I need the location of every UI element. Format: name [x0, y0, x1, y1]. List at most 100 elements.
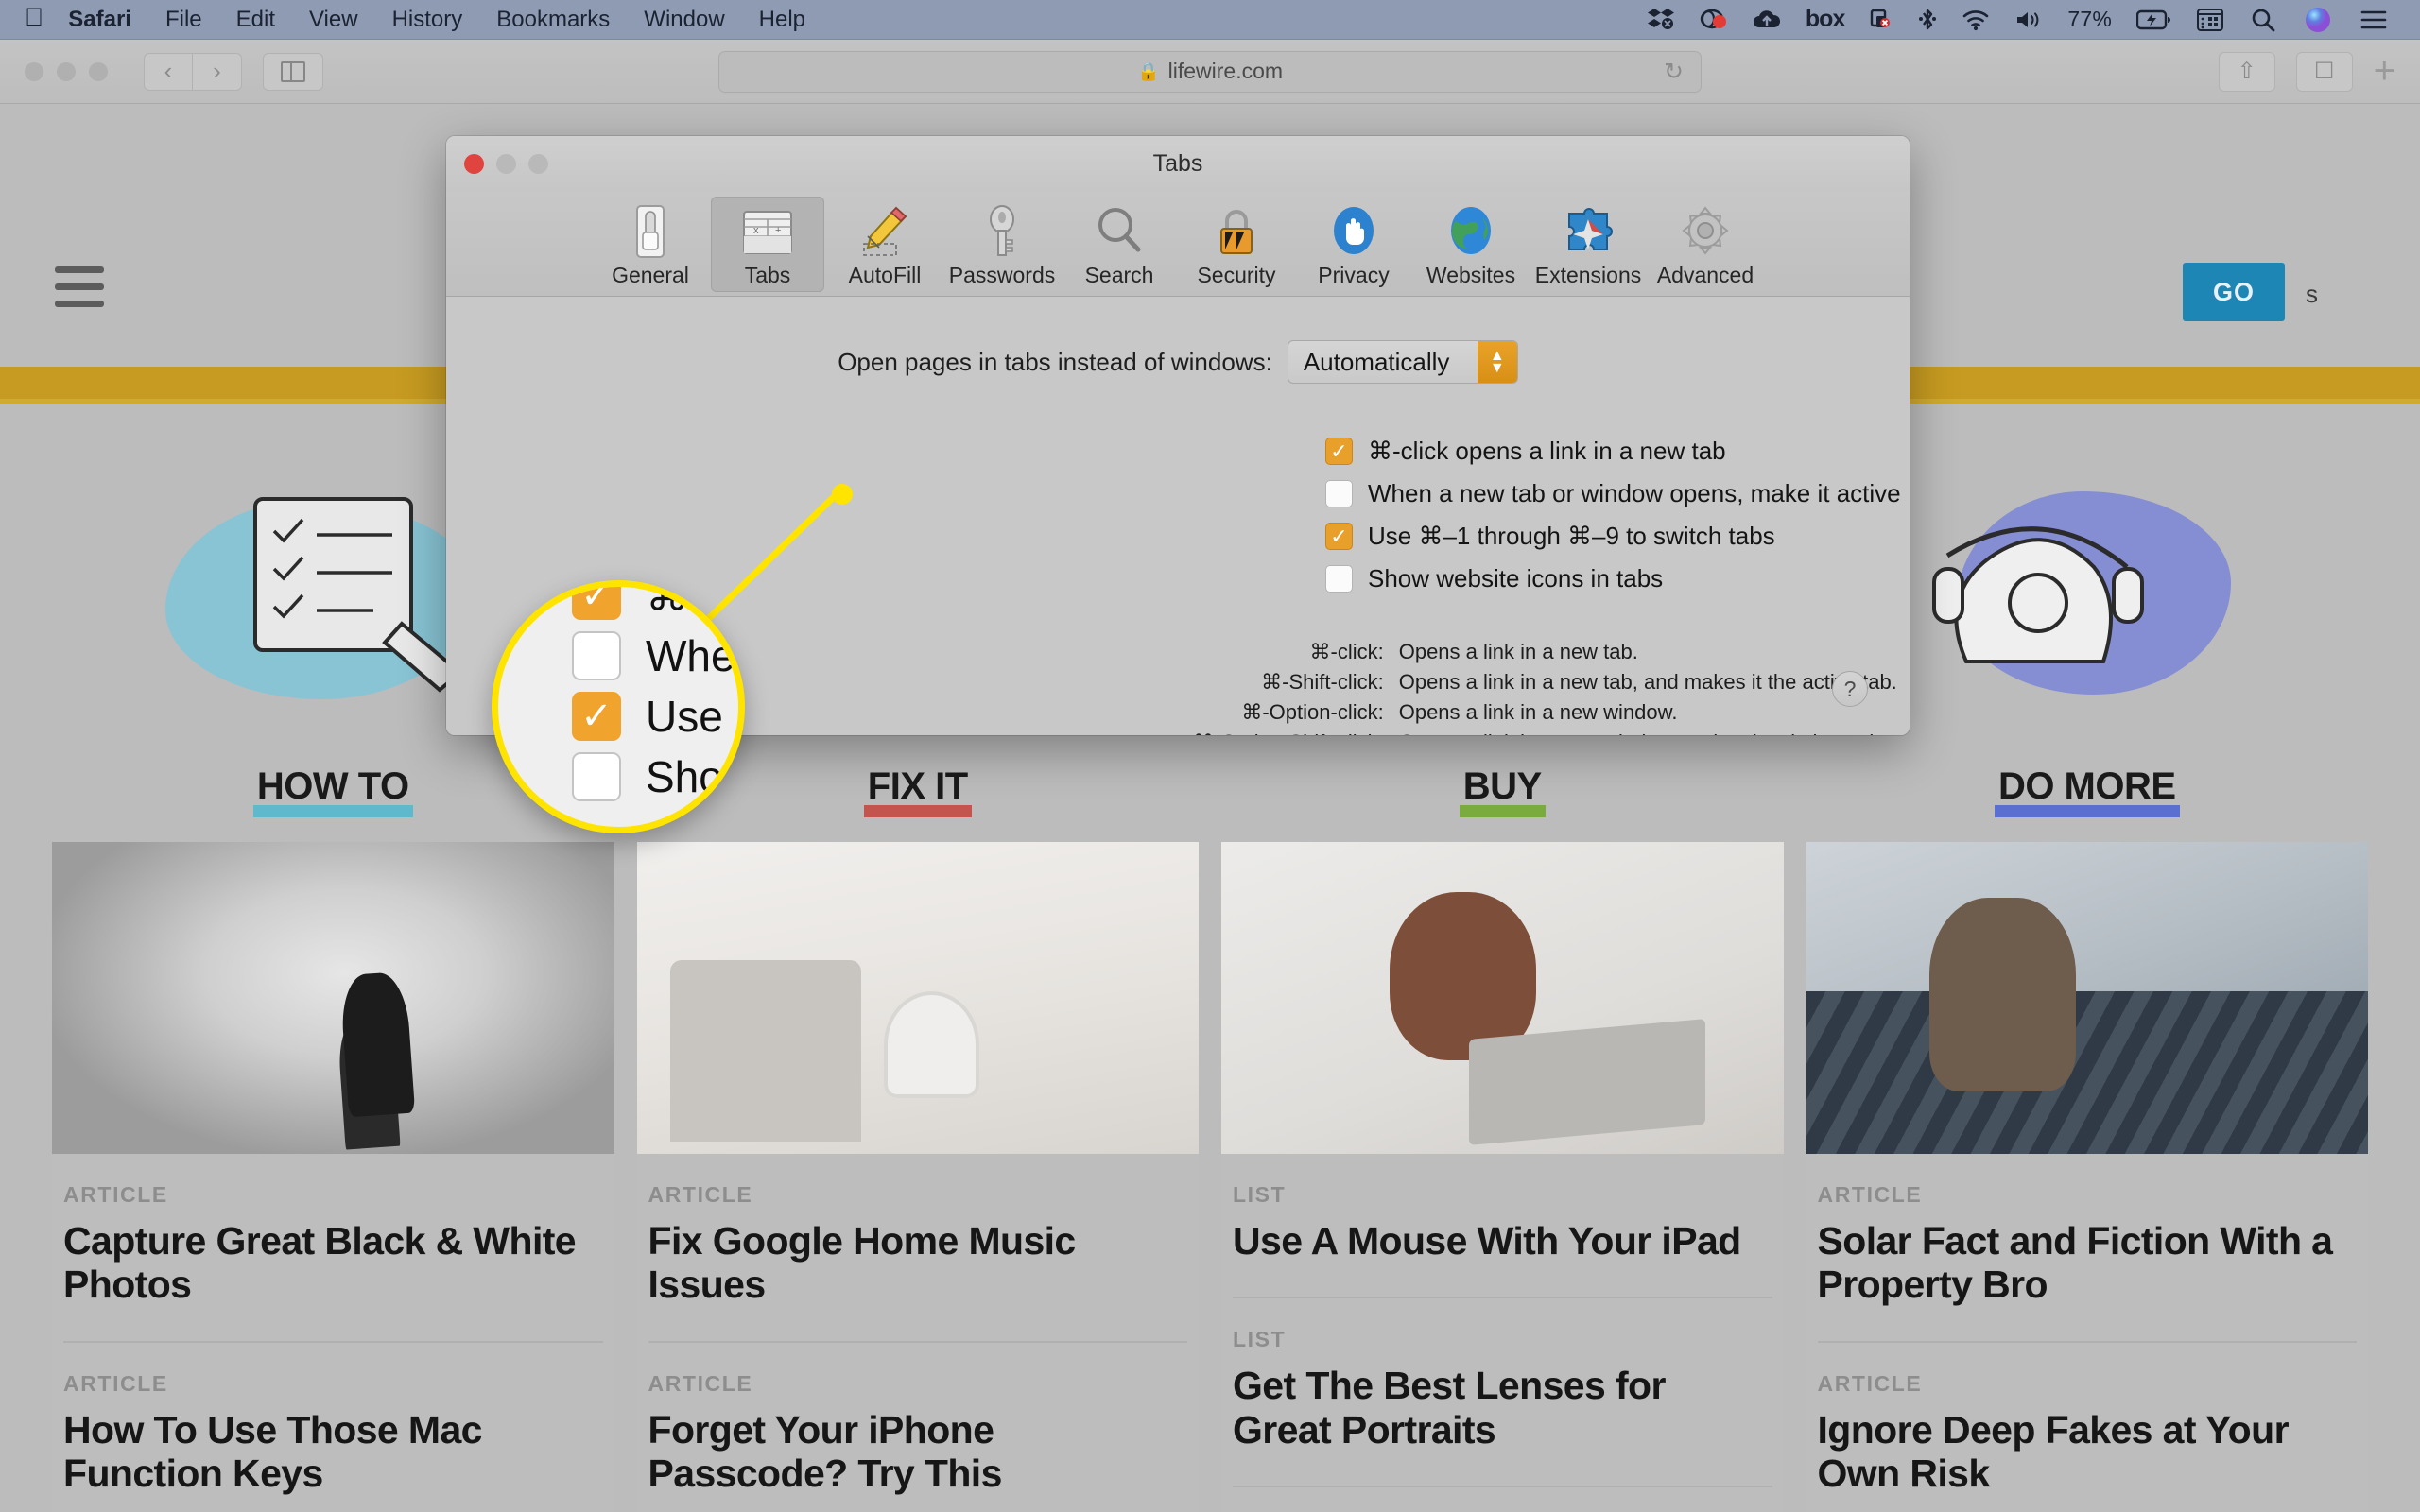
photographer-at-waterfall-photo[interactable] — [52, 842, 614, 1154]
checkbox-switch-tabs[interactable]: ✓ — [1325, 523, 1353, 550]
new-tab-button[interactable]: + — [2374, 50, 2395, 93]
card-headline[interactable]: Get The Best Lenses for Great Portraits — [1233, 1364, 1772, 1452]
section-title[interactable]: HOW TO — [252, 765, 413, 817]
magnifier-callout: ✓ ⌘ Whe ✓ Use ⌘ Shov — [492, 580, 745, 833]
magnified-checkbox-unchecked[interactable] — [572, 631, 621, 680]
apple-logo-icon[interactable]:  — [25, 5, 43, 30]
help-row: ⌘-Option-click: Opens a link in a new wi… — [1193, 697, 1910, 728]
tab-autofill[interactable]: AutoFill — [828, 197, 942, 292]
forward-button[interactable]: › — [193, 52, 242, 91]
magnified-checkbox-unchecked[interactable] — [572, 752, 621, 801]
tab-security[interactable]: Security — [1180, 197, 1293, 292]
magnified-label: ⌘ — [646, 580, 689, 620]
section-title[interactable]: BUY — [1459, 765, 1546, 817]
battery-percent-label[interactable]: 77% — [2067, 7, 2112, 32]
checkbox-cmd-click[interactable]: ✓ — [1325, 438, 1353, 465]
menu-item-safari[interactable]: Safari — [68, 7, 131, 33]
card-headline[interactable]: Fix Google Home Music Issues — [648, 1219, 1188, 1307]
spotlight-search-icon[interactable] — [2250, 7, 2276, 33]
back-button[interactable]: ‹ — [144, 52, 193, 91]
bluetooth-icon[interactable] — [1918, 7, 1937, 32]
checkbox-row-cmd-click[interactable]: ✓ ⌘-click opens a link in a new tab — [1325, 437, 1910, 466]
magnified-row-0: ✓ ⌘ — [572, 580, 689, 621]
go-button[interactable]: GO — [2183, 263, 2285, 321]
safari-window-controls — [25, 61, 108, 81]
card-featured[interactable]: ARTICLE Capture Great Black & White Phot… — [52, 842, 614, 1512]
section-underline — [1994, 805, 2180, 817]
checkbox-row-website-icons[interactable]: Show website icons in tabs — [1325, 564, 1910, 593]
magnified-checkbox-checked[interactable]: ✓ — [572, 587, 621, 620]
help-value: Opens a link in a new window. — [1398, 700, 1678, 724]
siri-icon[interactable] — [2305, 7, 2331, 33]
airplay-icon[interactable] — [1869, 8, 1893, 32]
battery-charging-icon[interactable] — [2136, 9, 2172, 30]
tab-label: Extensions — [1534, 263, 1642, 287]
volume-icon[interactable] — [2014, 9, 2043, 31]
dropbox-icon[interactable] — [1647, 8, 1675, 32]
card-headline[interactable]: Ignore Deep Fakes at Your Own Risk — [1818, 1408, 2358, 1496]
tab-search[interactable]: Search — [1063, 197, 1176, 292]
card-featured[interactable]: LIST Use A Mouse With Your iPad LIST Get… — [1221, 842, 1784, 1512]
box-icon[interactable]: box — [1806, 6, 1845, 33]
menu-item-help[interactable]: Help — [759, 7, 805, 33]
menu-item-view[interactable]: View — [309, 7, 358, 33]
screen-recording-icon[interactable] — [1700, 8, 1728, 32]
tab-extensions[interactable]: Extensions — [1531, 197, 1645, 292]
extensions-puzzle-icon — [1562, 202, 1615, 261]
zoom-window-button[interactable] — [89, 61, 108, 81]
menu-item-bookmarks[interactable]: Bookmarks — [496, 7, 610, 33]
show-tabs-button[interactable]: ☐ — [2295, 51, 2353, 92]
tab-general[interactable]: General — [594, 197, 707, 292]
menu-item-edit[interactable]: Edit — [236, 7, 275, 33]
menu-item-window[interactable]: Window — [644, 7, 724, 33]
open-pages-label: Open pages in tabs instead of windows: — [838, 347, 1272, 376]
card-headline[interactable]: Use A Mouse With Your iPad — [1233, 1219, 1772, 1263]
woman-using-tablet-photo[interactable] — [1221, 842, 1784, 1154]
section-underline — [1459, 805, 1546, 817]
menu-item-history[interactable]: History — [392, 7, 463, 33]
card-headline[interactable]: Capture Great Black & White Photos — [63, 1219, 603, 1307]
close-window-button[interactable] — [25, 61, 43, 81]
section-title[interactable]: DO MORE — [1994, 765, 2180, 817]
tab-advanced[interactable]: Advanced — [1649, 197, 1762, 292]
security-lock-icon — [1214, 202, 1259, 261]
card-headline[interactable]: Forget Your iPhone Passcode? Try This — [648, 1408, 1188, 1496]
tab-checkbox-group: ✓ ⌘-click opens a link in a new tab When… — [446, 437, 1910, 593]
hamburger-menu-icon[interactable] — [55, 266, 104, 318]
tab-privacy[interactable]: Privacy — [1297, 197, 1410, 292]
reload-icon[interactable]: ↻ — [1664, 58, 1684, 86]
address-bar[interactable]: 🔒 lifewire.com ↻ — [718, 50, 1702, 93]
section-title[interactable]: FIX IT — [863, 765, 972, 817]
section-underline — [863, 805, 972, 817]
checkbox-label: When a new tab or window opens, make it … — [1368, 479, 1901, 507]
navigation-buttons: ‹ › — [144, 52, 242, 91]
magnified-checkbox-checked[interactable]: ✓ — [572, 692, 621, 741]
checkbox-make-active[interactable] — [1325, 480, 1353, 507]
shortcut-help-table: ⌘-click: Opens a link in a new tab. ⌘-Sh… — [1193, 637, 1910, 735]
menu-item-file[interactable]: File — [165, 7, 202, 33]
help-button[interactable]: ? — [1832, 671, 1868, 707]
article-grid: HOW TO ARTICLE Capture Great Black & Whi… — [52, 765, 2368, 1512]
man-with-solar-panels-photo[interactable] — [1806, 842, 2368, 1154]
tab-websites[interactable]: Websites — [1414, 197, 1528, 292]
checkbox-website-icons[interactable] — [1325, 565, 1353, 593]
card-headline[interactable]: Solar Fact and Fiction With a Property B… — [1818, 1219, 2358, 1307]
notification-center-icon[interactable] — [2360, 9, 2388, 31]
wifi-icon[interactable] — [1962, 9, 1990, 31]
card-featured[interactable]: ARTICLE Fix Google Home Music Issues ART… — [636, 842, 1199, 1512]
tab-tabs[interactable]: x + Tabs — [711, 197, 824, 292]
minimize-window-button[interactable] — [57, 61, 76, 81]
share-button[interactable]: ⇧ — [2218, 51, 2275, 92]
sidebar-toggle-button[interactable] — [263, 52, 323, 91]
google-home-speaker-photo[interactable] — [636, 842, 1199, 1154]
card-headline[interactable]: How To Use Those Mac Function Keys — [63, 1408, 603, 1496]
checkbox-row-switch-tabs[interactable]: ✓ Use ⌘–1 through ⌘–9 to switch tabs — [1325, 522, 1910, 551]
open-pages-select[interactable]: Automatically ▲ ▼ — [1287, 340, 1518, 384]
card-featured[interactable]: ARTICLE Solar Fact and Fiction With a Pr… — [1806, 842, 2368, 1512]
tab-label: AutoFill — [848, 263, 922, 287]
tab-label: Search — [1084, 263, 1154, 287]
tab-passwords[interactable]: Passwords — [945, 197, 1059, 292]
cloud-upload-icon[interactable] — [1753, 9, 1781, 31]
control-center-icon[interactable] — [2197, 8, 2223, 31]
checkbox-row-make-active[interactable]: When a new tab or window opens, make it … — [1325, 479, 1910, 508]
